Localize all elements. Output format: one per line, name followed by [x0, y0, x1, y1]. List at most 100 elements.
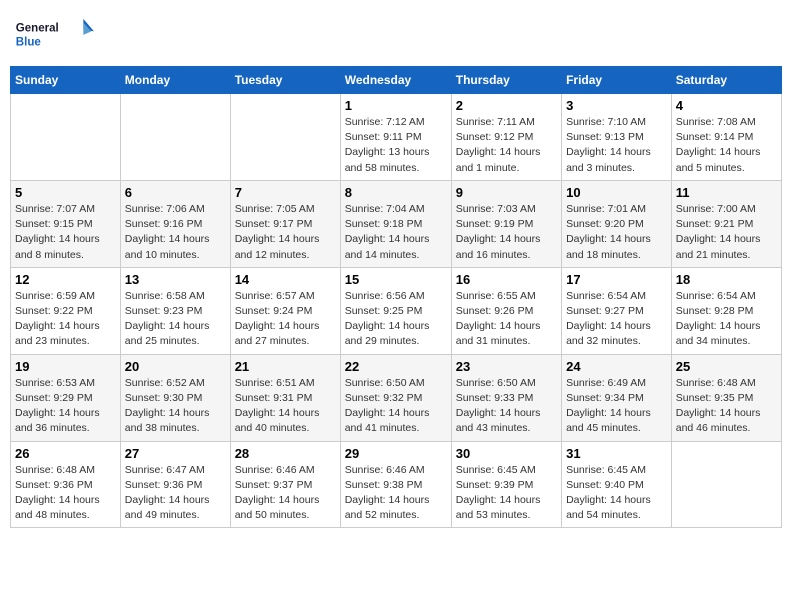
day-detail: Sunrise: 7:06 AMSunset: 9:16 PMDaylight:… — [125, 202, 226, 263]
day-number: 9 — [456, 185, 557, 200]
day-cell: 5 Sunrise: 7:07 AMSunset: 9:15 PMDaylight… — [11, 180, 121, 267]
day-detail: Sunrise: 7:03 AMSunset: 9:19 PMDaylight:… — [456, 202, 557, 263]
day-cell: 6 Sunrise: 7:06 AMSunset: 9:16 PMDaylight… — [120, 180, 230, 267]
day-cell: 31Sunrise: 6:45 AMSunset: 9:40 PMDayligh… — [562, 441, 672, 528]
col-header-thursday: Thursday — [451, 67, 561, 94]
svg-text:Blue: Blue — [16, 37, 42, 49]
day-detail: Sunrise: 7:08 AMSunset: 9:14 PMDaylight:… — [676, 115, 777, 176]
day-cell: 27 Sunrise: 6:47 AMSunset: 9:36 PMDayligh… — [120, 441, 230, 528]
day-cell: 4 Sunrise: 7:08 AMSunset: 9:14 PMDaylight… — [671, 94, 781, 181]
day-detail: Sunrise: 7:04 AMSunset: 9:18 PMDaylight:… — [345, 202, 447, 263]
day-cell: 30 Sunrise: 6:45 AMSunset: 9:39 PMDayligh… — [451, 441, 561, 528]
week-row-3: 12 Sunrise: 6:59 AMSunset: 9:22 PMDayligh… — [11, 267, 782, 354]
day-cell: 18 Sunrise: 6:54 AMSunset: 9:28 PMDayligh… — [671, 267, 781, 354]
day-cell: 29 Sunrise: 6:46 AMSunset: 9:38 PMDayligh… — [340, 441, 451, 528]
day-number: 12 — [15, 272, 116, 287]
svg-text:General: General — [16, 22, 59, 34]
day-number: 23 — [456, 359, 557, 374]
day-cell: 17Sunrise: 6:54 AMSunset: 9:27 PMDayligh… — [562, 267, 672, 354]
week-row-1: 1Sunrise: 7:12 AMSunset: 9:11 PMDaylight… — [11, 94, 782, 181]
day-number: 19 — [15, 359, 116, 374]
day-number: 7 — [235, 185, 336, 200]
day-number: 6 — [125, 185, 226, 200]
day-number: 16 — [456, 272, 557, 287]
day-detail: Sunrise: 6:53 AMSunset: 9:29 PMDaylight:… — [15, 376, 116, 437]
day-detail: Sunrise: 7:00 AMSunset: 9:21 PMDaylight:… — [676, 202, 777, 263]
day-detail: Sunrise: 6:55 AMSunset: 9:26 PMDaylight:… — [456, 289, 557, 350]
day-cell: 11 Sunrise: 7:00 AMSunset: 9:21 PMDayligh… — [671, 180, 781, 267]
day-cell: 13Sunrise: 6:58 AMSunset: 9:23 PMDayligh… — [120, 267, 230, 354]
logo: General Blue — [14, 14, 94, 54]
day-number: 30 — [456, 446, 557, 461]
day-number: 20 — [125, 359, 226, 374]
day-cell: 1Sunrise: 7:12 AMSunset: 9:11 PMDaylight… — [340, 94, 451, 181]
day-number: 5 — [15, 185, 116, 200]
week-row-5: 26 Sunrise: 6:48 AMSunset: 9:36 PMDayligh… — [11, 441, 782, 528]
day-number: 26 — [15, 446, 116, 461]
day-cell: 16 Sunrise: 6:55 AMSunset: 9:26 PMDayligh… — [451, 267, 561, 354]
day-detail: Sunrise: 6:46 AMSunset: 9:37 PMDaylight:… — [235, 463, 336, 524]
day-detail: Sunrise: 7:10 AMSunset: 9:13 PMDaylight:… — [566, 115, 667, 176]
day-number: 2 — [456, 98, 557, 113]
week-row-4: 19 Sunrise: 6:53 AMSunset: 9:29 PMDayligh… — [11, 354, 782, 441]
day-number: 21 — [235, 359, 336, 374]
day-detail: Sunrise: 7:05 AMSunset: 9:17 PMDaylight:… — [235, 202, 336, 263]
day-detail: Sunrise: 7:11 AMSunset: 9:12 PMDaylight:… — [456, 115, 557, 176]
calendar-table: SundayMondayTuesdayWednesdayThursdayFrid… — [10, 66, 782, 528]
week-row-2: 5 Sunrise: 7:07 AMSunset: 9:15 PMDaylight… — [11, 180, 782, 267]
day-number: 28 — [235, 446, 336, 461]
day-cell — [120, 94, 230, 181]
day-detail: Sunrise: 6:46 AMSunset: 9:38 PMDaylight:… — [345, 463, 447, 524]
day-number: 4 — [676, 98, 777, 113]
col-header-saturday: Saturday — [671, 67, 781, 94]
day-detail: Sunrise: 6:56 AMSunset: 9:25 PMDaylight:… — [345, 289, 447, 350]
day-detail: Sunrise: 6:45 AMSunset: 9:39 PMDaylight:… — [456, 463, 557, 524]
day-cell: 25 Sunrise: 6:48 AMSunset: 9:35 PMDayligh… — [671, 354, 781, 441]
day-detail: Sunrise: 6:50 AMSunset: 9:32 PMDaylight:… — [345, 376, 447, 437]
day-detail: Sunrise: 7:01 AMSunset: 9:20 PMDaylight:… — [566, 202, 667, 263]
day-cell: 3Sunrise: 7:10 AMSunset: 9:13 PMDaylight… — [562, 94, 672, 181]
day-detail: Sunrise: 7:07 AMSunset: 9:15 PMDaylight:… — [15, 202, 116, 263]
day-cell: 7 Sunrise: 7:05 AMSunset: 9:17 PMDaylight… — [230, 180, 340, 267]
col-header-sunday: Sunday — [11, 67, 121, 94]
day-cell: 10 Sunrise: 7:01 AMSunset: 9:20 PMDayligh… — [562, 180, 672, 267]
day-detail: Sunrise: 6:52 AMSunset: 9:30 PMDaylight:… — [125, 376, 226, 437]
day-detail: Sunrise: 7:12 AMSunset: 9:11 PMDaylight:… — [345, 115, 447, 176]
day-detail: Sunrise: 6:59 AMSunset: 9:22 PMDaylight:… — [15, 289, 116, 350]
day-detail: Sunrise: 6:57 AMSunset: 9:24 PMDaylight:… — [235, 289, 336, 350]
day-cell: 26 Sunrise: 6:48 AMSunset: 9:36 PMDayligh… — [11, 441, 121, 528]
day-cell: 9 Sunrise: 7:03 AMSunset: 9:19 PMDaylight… — [451, 180, 561, 267]
day-detail: Sunrise: 6:48 AMSunset: 9:36 PMDaylight:… — [15, 463, 116, 524]
day-number: 31 — [566, 446, 667, 461]
day-number: 11 — [676, 185, 777, 200]
day-cell: 19 Sunrise: 6:53 AMSunset: 9:29 PMDayligh… — [11, 354, 121, 441]
day-cell: 24 Sunrise: 6:49 AMSunset: 9:34 PMDayligh… — [562, 354, 672, 441]
day-number: 10 — [566, 185, 667, 200]
day-cell — [671, 441, 781, 528]
day-detail: Sunrise: 6:58 AMSunset: 9:23 PMDaylight:… — [125, 289, 226, 350]
day-cell: 23 Sunrise: 6:50 AMSunset: 9:33 PMDayligh… — [451, 354, 561, 441]
day-number: 24 — [566, 359, 667, 374]
day-detail: Sunrise: 6:47 AMSunset: 9:36 PMDaylight:… — [125, 463, 226, 524]
day-cell: 21Sunrise: 6:51 AMSunset: 9:31 PMDayligh… — [230, 354, 340, 441]
day-cell: 20 Sunrise: 6:52 AMSunset: 9:30 PMDayligh… — [120, 354, 230, 441]
day-cell: 15 Sunrise: 6:56 AMSunset: 9:25 PMDayligh… — [340, 267, 451, 354]
day-detail: Sunrise: 6:50 AMSunset: 9:33 PMDaylight:… — [456, 376, 557, 437]
day-detail: Sunrise: 6:48 AMSunset: 9:35 PMDaylight:… — [676, 376, 777, 437]
day-number: 29 — [345, 446, 447, 461]
day-cell: 12 Sunrise: 6:59 AMSunset: 9:22 PMDayligh… — [11, 267, 121, 354]
day-number: 25 — [676, 359, 777, 374]
day-detail: Sunrise: 6:49 AMSunset: 9:34 PMDaylight:… — [566, 376, 667, 437]
day-number: 18 — [676, 272, 777, 287]
day-cell — [11, 94, 121, 181]
day-number: 27 — [125, 446, 226, 461]
header-row: SundayMondayTuesdayWednesdayThursdayFrid… — [11, 67, 782, 94]
logo-svg: General Blue — [14, 14, 94, 54]
col-header-friday: Friday — [562, 67, 672, 94]
day-number: 15 — [345, 272, 447, 287]
day-detail: Sunrise: 6:54 AMSunset: 9:28 PMDaylight:… — [676, 289, 777, 350]
day-cell: 8Sunrise: 7:04 AMSunset: 9:18 PMDaylight… — [340, 180, 451, 267]
col-header-tuesday: Tuesday — [230, 67, 340, 94]
col-header-wednesday: Wednesday — [340, 67, 451, 94]
day-cell: 28 Sunrise: 6:46 AMSunset: 9:37 PMDayligh… — [230, 441, 340, 528]
